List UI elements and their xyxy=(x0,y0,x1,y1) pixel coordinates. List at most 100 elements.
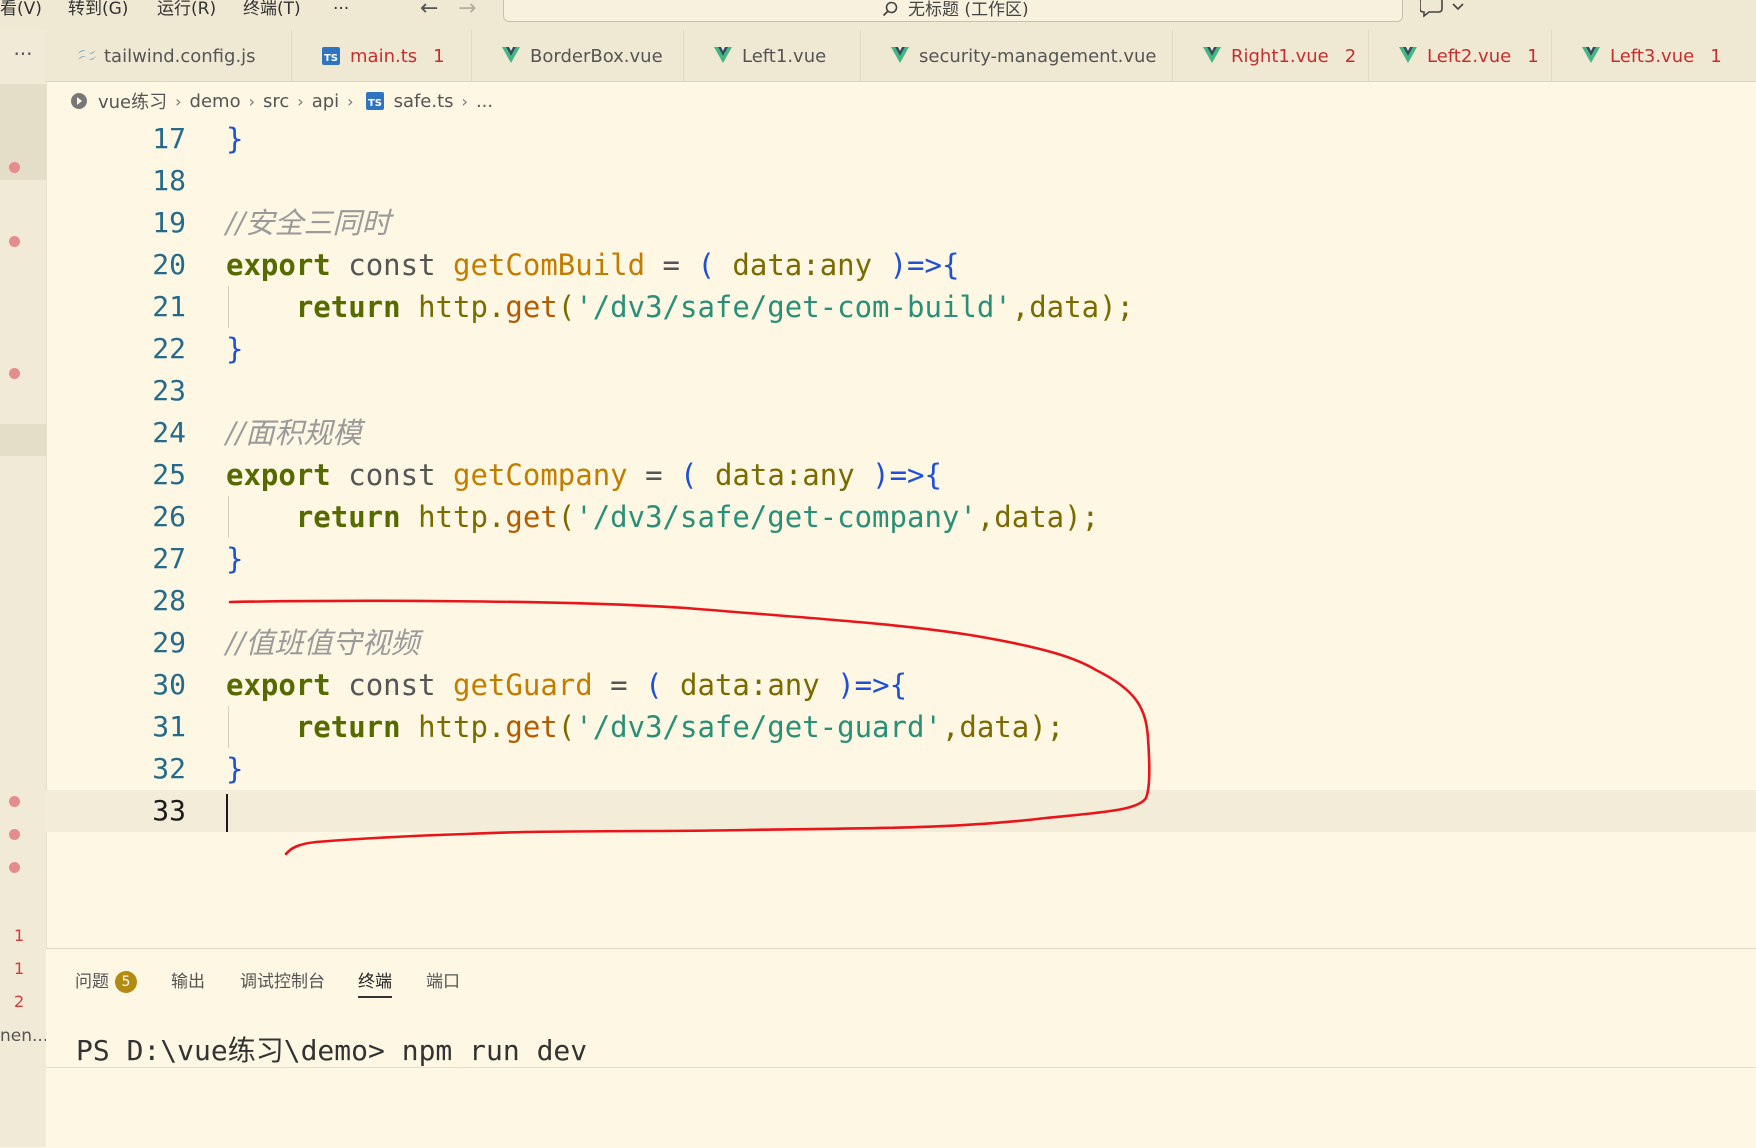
code-token: :any xyxy=(784,458,855,492)
code-token: ( xyxy=(557,710,576,744)
code-token: data xyxy=(714,458,785,492)
code-token: } xyxy=(226,752,244,786)
tab-right1-vue[interactable]: Right1.vue 2 xyxy=(1173,30,1369,82)
code-line: 23 xyxy=(46,370,1756,412)
breadcrumb-item[interactable]: src xyxy=(263,91,289,112)
breadcrumb-item[interactable]: api xyxy=(312,91,339,112)
vue-icon xyxy=(502,47,520,63)
code-line: 29 //值班值守视频 xyxy=(46,622,1756,664)
chevron-right-icon: › xyxy=(248,91,255,111)
menu-goto[interactable]: 转到(G) xyxy=(68,0,128,18)
copilot-chat-icon[interactable] xyxy=(1420,0,1470,18)
code-token: ( xyxy=(557,500,576,534)
code-token: export xyxy=(226,248,331,282)
vue-icon xyxy=(1399,47,1417,63)
menu-terminal[interactable]: 终端(T) xyxy=(243,0,301,18)
code-token: = xyxy=(662,248,681,282)
menu-view[interactable]: 看(V) xyxy=(0,0,42,18)
vue-icon xyxy=(891,47,909,63)
code-token: :any xyxy=(802,248,873,282)
tab-problem-count: 2 xyxy=(1344,45,1357,67)
code-token: ( xyxy=(557,290,576,324)
panel-tab-terminal[interactable]: 终端 xyxy=(358,967,392,998)
code-comment: //面积规模 xyxy=(226,416,362,450)
code-comment: //值班值守视频 xyxy=(226,626,420,660)
tailwind-icon xyxy=(78,50,96,60)
line-number: 30 xyxy=(152,668,186,701)
code-editor[interactable]: 17 } 18 19 //安全三同时 20 export const getCo… xyxy=(46,118,1756,948)
code-token: return xyxy=(295,500,401,534)
code-line: 32 } xyxy=(46,748,1756,790)
activity-selected-item[interactable] xyxy=(0,424,46,456)
code-token: getGuard xyxy=(453,668,593,702)
tab-security-management-vue[interactable]: security-management.vue xyxy=(861,30,1173,82)
modified-dot-icon xyxy=(9,368,20,379)
vue-icon xyxy=(1582,47,1600,63)
breadcrumb-item[interactable]: demo xyxy=(190,91,241,112)
panel-tab-debug-console[interactable]: 调试控制台 xyxy=(240,967,325,992)
panel-tab-output[interactable]: 输出 xyxy=(171,967,205,992)
title-bar: 看(V) 转到(G) 运行(R) 终端(T) ··· ← → 无标题 (工作区) xyxy=(0,0,1756,30)
command-center-label: 无标题 (工作区) xyxy=(908,0,1029,20)
code-token: } xyxy=(226,542,244,576)
code-token: ( xyxy=(645,668,663,702)
current-code-line: 33 xyxy=(46,790,1756,832)
tab-left3-vue[interactable]: Left3.vue 1 xyxy=(1552,30,1756,82)
line-number: 26 xyxy=(152,500,186,533)
tab-problem-count: 1 xyxy=(433,45,445,67)
breadcrumb-item[interactable]: ... xyxy=(476,91,493,112)
code-line: 19 //安全三同时 xyxy=(46,202,1756,244)
terminal-prompt[interactable]: PS D:\vue练习\demo> npm run dev xyxy=(76,1029,587,1069)
back-arrow-icon[interactable]: ← xyxy=(420,0,438,20)
forward-arrow-icon[interactable]: → xyxy=(458,0,476,20)
vue-icon xyxy=(714,47,732,63)
tabs-overflow-button[interactable]: ··· xyxy=(0,42,46,66)
code-token: http. xyxy=(418,710,506,744)
code-line: 21 return http.get('/dv3/safe/get-com-bu… xyxy=(46,286,1756,328)
code-token: const xyxy=(348,458,436,492)
code-token: , xyxy=(1011,290,1030,324)
line-number: 27 xyxy=(152,542,186,575)
menu-more-button[interactable]: ··· xyxy=(333,0,349,18)
panel-tab-ports[interactable]: 端口 xyxy=(426,967,460,992)
chevron-right-icon: › xyxy=(175,91,182,111)
code-token: data xyxy=(680,668,750,702)
code-line: 25 export const getCompany = ( data:any … xyxy=(46,454,1756,496)
code-token: ( xyxy=(697,248,715,282)
text-cursor xyxy=(226,794,228,832)
code-token: )=> xyxy=(837,668,890,702)
svg-text:TS: TS xyxy=(324,53,338,64)
code-token: = xyxy=(645,458,663,492)
error-count: 1 xyxy=(14,926,25,945)
tab-label: Left2.vue xyxy=(1427,45,1512,67)
truncated-item-label: nen... xyxy=(0,1026,49,1046)
breadcrumb-item[interactable]: safe.ts xyxy=(394,91,454,112)
tab-main-ts[interactable]: TS main.ts 1 xyxy=(292,30,472,82)
code-token: } xyxy=(226,332,244,366)
line-number: 28 xyxy=(152,584,186,617)
menu-run[interactable]: 运行(R) xyxy=(157,0,216,18)
tab-left1-vue[interactable]: Left1.vue xyxy=(684,30,861,82)
tab-borderbox-vue[interactable]: BorderBox.vue xyxy=(472,30,684,82)
line-number: 29 xyxy=(152,626,186,659)
modified-dot-icon xyxy=(9,862,20,873)
line-number: 19 xyxy=(152,206,186,239)
breadcrumb-item[interactable]: vue练习 xyxy=(98,88,167,114)
code-line: 20 export const getComBuild = ( data:any… xyxy=(46,244,1756,286)
code-line: 18 xyxy=(46,160,1756,202)
tab-label: BorderBox.vue xyxy=(530,45,663,67)
tab-problem-count: 1 xyxy=(1527,45,1539,67)
line-number: 31 xyxy=(152,710,186,743)
chevron-right-icon: › xyxy=(461,91,468,111)
tab-tailwind-config[interactable]: tailwind.config.js xyxy=(46,30,292,82)
modified-dot-icon xyxy=(9,162,20,173)
panel-tab-problems[interactable]: 问题 5 xyxy=(75,967,137,993)
code-token: )=> xyxy=(889,248,942,282)
activity-explorer-item[interactable] xyxy=(0,84,46,180)
code-token: get xyxy=(505,710,558,744)
tab-left2-vue[interactable]: Left2.vue 1 xyxy=(1369,30,1552,82)
code-token: const xyxy=(348,248,436,282)
command-center-search[interactable]: 无标题 (工作区) xyxy=(503,0,1403,22)
code-token: get xyxy=(505,500,558,534)
svg-text:TS: TS xyxy=(368,98,382,109)
